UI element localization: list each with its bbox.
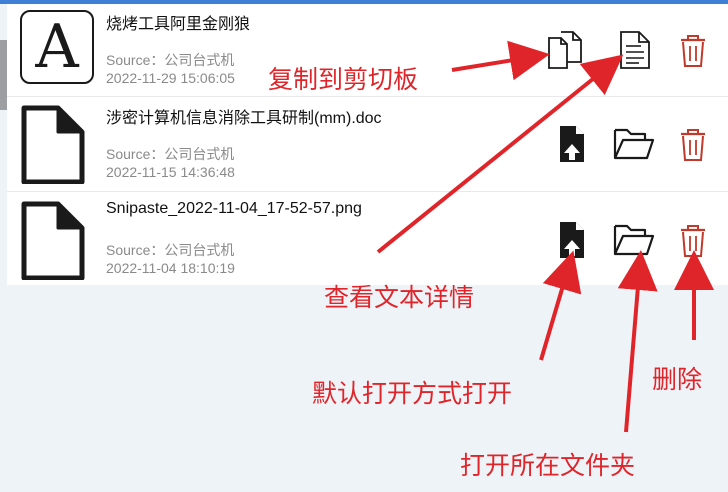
item-date: 2022-11-29 15:06:05 <box>106 70 235 86</box>
item-source: Source：公司台式机 <box>106 52 235 68</box>
folder-open-icon[interactable] <box>611 122 657 166</box>
annotation-copy: 复制到剪切板 <box>268 65 419 94</box>
annotation-open-folder: 打开所在文件夹 <box>460 451 636 480</box>
item-title: Snipaste_2022-11-04_17-52-57.png <box>106 200 362 217</box>
annotation-delete: 删除 <box>652 365 703 394</box>
item-date: 2022-11-04 18:10:19 <box>106 260 235 276</box>
row-divider <box>7 191 728 192</box>
text-thumbnail-icon: A <box>20 10 94 84</box>
delete-icon[interactable] <box>673 218 713 262</box>
item-source: Source：公司台式机 <box>106 242 235 258</box>
file-icon <box>12 200 90 281</box>
row-divider <box>7 96 728 97</box>
item-source: Source：公司台式机 <box>106 146 235 162</box>
folder-open-icon[interactable] <box>611 218 657 262</box>
annotation-view-details: 查看文本详情 <box>324 283 475 312</box>
list-item[interactable]: 涉密计算机信息消除工具研制(mm).doc Source：公司台式机 2022-… <box>7 98 728 188</box>
list-item[interactable]: Snipaste_2022-11-04_17-52-57.png Source：… <box>7 194 728 284</box>
delete-icon[interactable] <box>673 28 713 72</box>
item-title: 烧烤工具阿里金刚狼 <box>106 16 251 33</box>
clipboard-history-list: A 烧烤工具阿里金刚狼 Source：公司台式机 2022-11-29 15:0… <box>7 4 728 285</box>
annotation-open-default: 默认打开方式打开 <box>312 379 513 408</box>
item-title: 涉密计算机信息消除工具研制(mm).doc <box>106 110 382 127</box>
open-file-icon[interactable] <box>552 218 592 262</box>
delete-icon[interactable] <box>673 122 713 166</box>
copy-icon[interactable] <box>545 28 585 72</box>
file-icon <box>12 104 90 185</box>
open-file-icon[interactable] <box>552 122 592 166</box>
text-detail-icon[interactable] <box>615 28 655 72</box>
item-date: 2022-11-15 14:36:48 <box>106 164 235 180</box>
